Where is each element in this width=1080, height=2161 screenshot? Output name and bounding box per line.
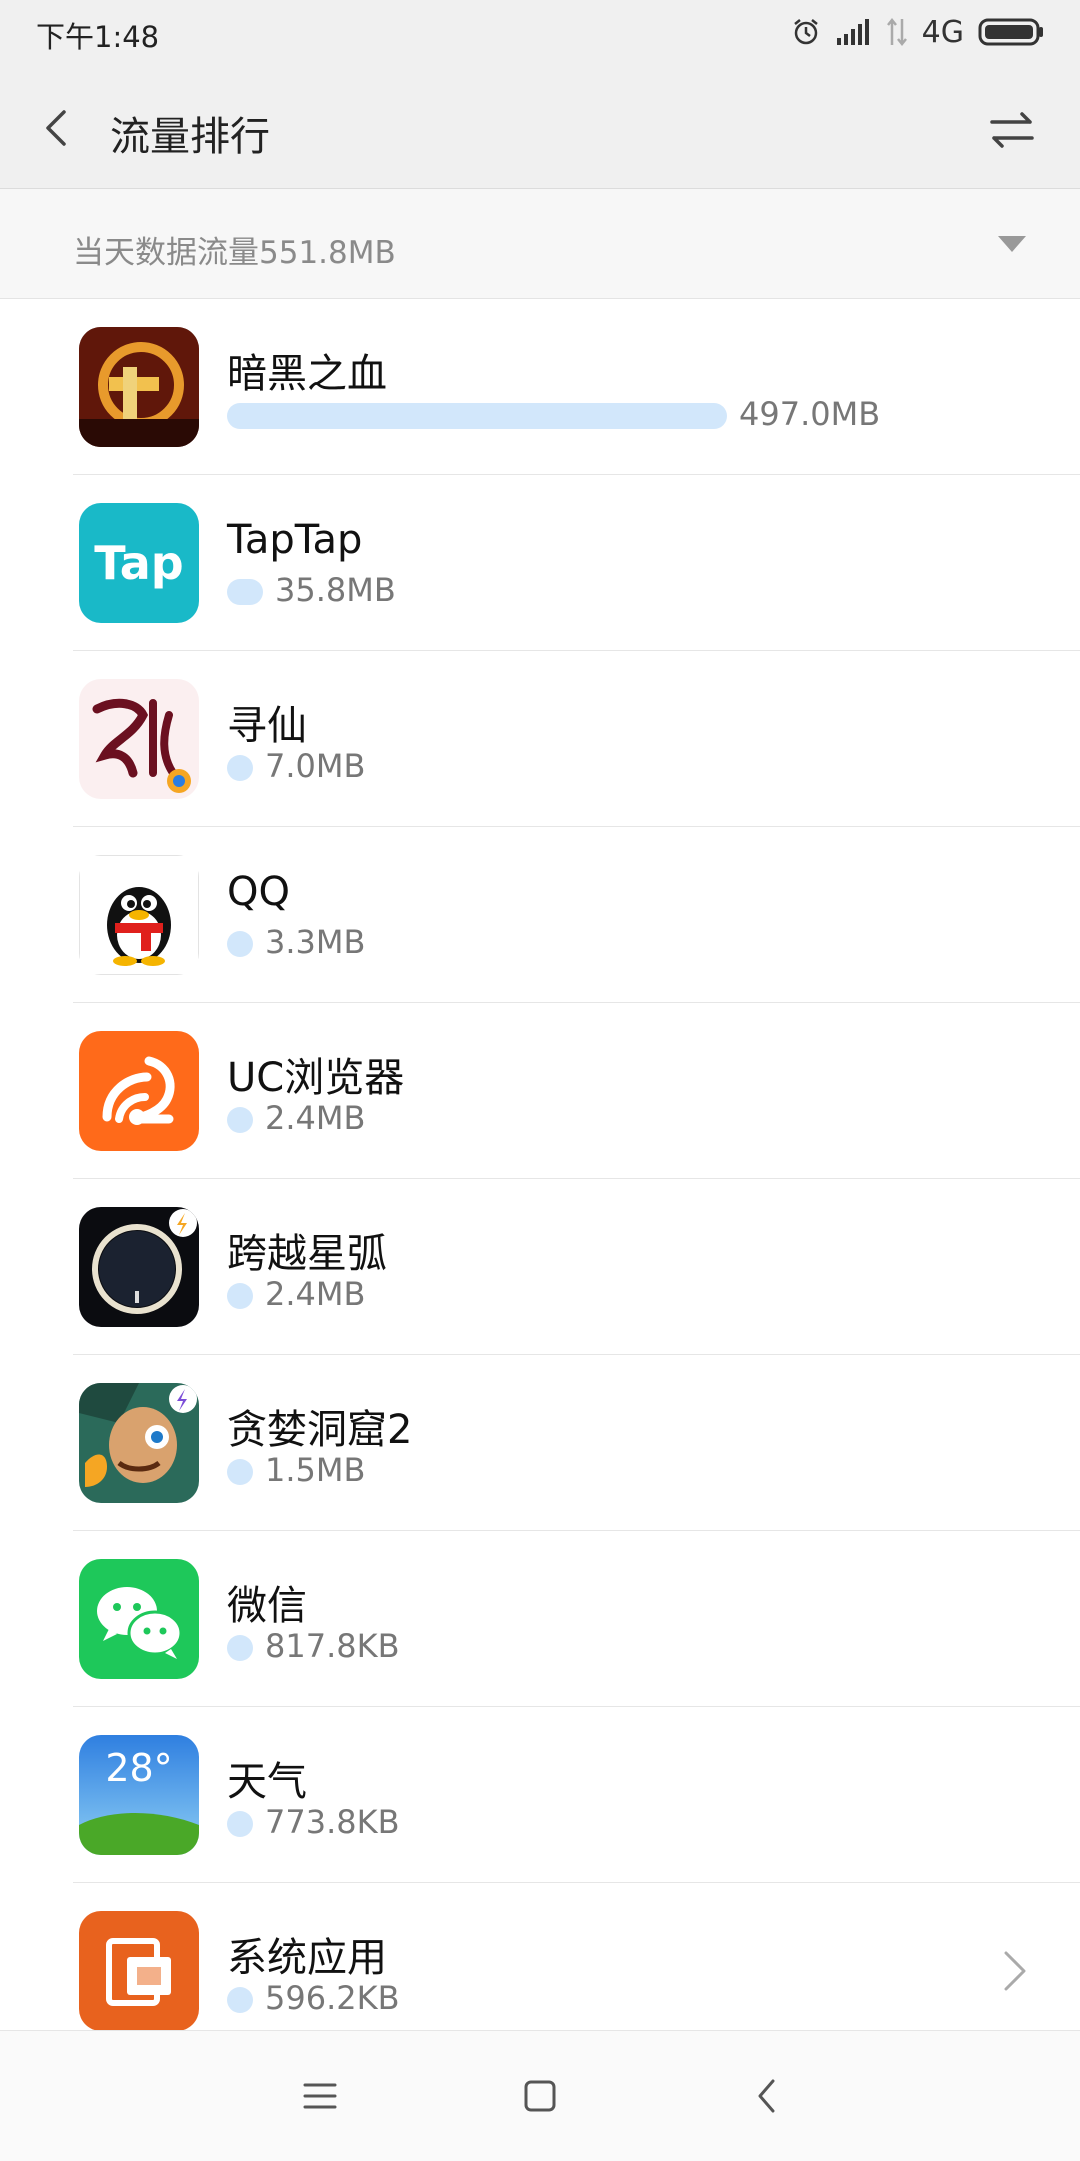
usage-bar bbox=[227, 1635, 253, 1661]
app-name: 暗黑之血 bbox=[227, 351, 387, 397]
navigation-bar bbox=[0, 2030, 1080, 2161]
app-name: 寻仙 bbox=[227, 703, 307, 749]
app-name: 贪婪洞窟2 bbox=[227, 1407, 413, 1453]
system-apps-icon bbox=[79, 1911, 199, 2031]
uc-browser-squirrel-icon bbox=[79, 1031, 199, 1151]
weather-icon: 28° bbox=[79, 1735, 199, 1855]
app-usage-value: 2.4MB bbox=[265, 1275, 366, 1313]
app-usage-value: 1.5MB bbox=[265, 1451, 366, 1489]
app-name: 微信 bbox=[227, 1583, 307, 1629]
greedy-cave-app-icon bbox=[79, 1383, 199, 1503]
usage-bar bbox=[227, 1283, 253, 1309]
app-name: 系统应用 bbox=[227, 1935, 387, 1981]
back-icon bbox=[758, 2079, 775, 2113]
app-usage-row[interactable]: 跨越星弧 2.4MB bbox=[0, 1179, 1080, 1355]
app-name: 跨越星弧 bbox=[227, 1231, 387, 1277]
usage-bar bbox=[227, 1811, 253, 1837]
app-usage-row[interactable]: 寻仙 7.0MB bbox=[0, 651, 1080, 827]
sort-toggle-button[interactable] bbox=[984, 102, 1040, 158]
app-usage-row[interactable]: 贪婪洞窟2 1.5MB bbox=[0, 1355, 1080, 1531]
status-bar: 下午1:48 4G bbox=[0, 0, 1080, 66]
app-usage-value: 497.0MB bbox=[739, 395, 881, 433]
home-button[interactable] bbox=[515, 2071, 565, 2121]
qq-penguin-icon bbox=[79, 855, 199, 975]
app-name: UC浏览器 bbox=[227, 1055, 405, 1101]
usage-bar bbox=[227, 579, 263, 605]
data-arrows-icon bbox=[886, 17, 908, 47]
chevron-left-icon bbox=[46, 110, 66, 146]
status-time: 下午1:48 bbox=[36, 20, 160, 54]
usage-bar bbox=[227, 403, 727, 429]
usage-bar bbox=[227, 1107, 253, 1133]
app-usage-row[interactable]: UC浏览器 2.4MB bbox=[0, 1003, 1080, 1179]
menu-icon bbox=[303, 2083, 337, 2109]
app-usage-value: 596.2KB bbox=[265, 1979, 400, 2017]
app-usage-row[interactable]: 28° 天气 773.8KB bbox=[0, 1707, 1080, 1883]
usage-bar bbox=[227, 1987, 253, 2013]
nav-back-button[interactable] bbox=[743, 2071, 793, 2121]
alarm-icon bbox=[790, 16, 822, 48]
signal-icon bbox=[836, 18, 872, 46]
caret-down-icon bbox=[994, 232, 1030, 256]
status-icons: 4G bbox=[790, 12, 1044, 52]
usage-bar bbox=[227, 755, 253, 781]
usage-bar bbox=[227, 1459, 253, 1485]
network-type: 4G bbox=[921, 14, 964, 50]
app-usage-value: 817.8KB bbox=[265, 1627, 400, 1665]
app-usage-value: 773.8KB bbox=[265, 1803, 400, 1841]
back-button[interactable] bbox=[30, 100, 86, 156]
app-usage-value: 7.0MB bbox=[265, 747, 366, 785]
taptap-app-icon: Tap bbox=[79, 503, 199, 623]
app-usage-value: 3.3MB bbox=[265, 923, 366, 961]
app-usage-value: 2.4MB bbox=[265, 1099, 366, 1137]
app-bar: 流量排行 bbox=[0, 66, 1080, 189]
battery-icon bbox=[978, 17, 1044, 47]
wechat-icon bbox=[79, 1559, 199, 1679]
page-title: 流量排行 bbox=[110, 114, 270, 160]
usage-bar bbox=[227, 931, 253, 957]
home-icon bbox=[524, 2080, 556, 2112]
app-usage-row[interactable]: 暗黑之血 497.0MB bbox=[0, 299, 1080, 475]
swap-arrows-icon bbox=[990, 112, 1034, 148]
dark-blood-app-icon bbox=[79, 327, 199, 447]
daily-usage-text: 当天数据流量551.8MB bbox=[73, 235, 396, 271]
daily-usage-selector[interactable]: 当天数据流量551.8MB bbox=[0, 189, 1080, 299]
xunxian-app-icon bbox=[79, 679, 199, 799]
weather-icon-temperature: 28° bbox=[105, 1746, 172, 1790]
app-name: QQ bbox=[227, 869, 290, 915]
chevron-right-icon bbox=[1000, 1947, 1030, 1995]
svg-text:Tap: Tap bbox=[94, 536, 183, 590]
app-name: TapTap bbox=[227, 517, 363, 563]
app-usage-row[interactable]: Tap TapTap 35.8MB bbox=[0, 475, 1080, 651]
app-usage-row[interactable]: QQ 3.3MB bbox=[0, 827, 1080, 1003]
star-arc-app-icon bbox=[79, 1207, 199, 1327]
app-usage-list: 暗黑之血 497.0MB Tap TapTap 35.8MB 寻仙 7.0MB QQ 3.3MB… bbox=[0, 299, 1080, 2059]
app-usage-row[interactable]: 微信 817.8KB bbox=[0, 1531, 1080, 1707]
app-usage-value: 35.8MB bbox=[275, 571, 396, 609]
app-name: 天气 bbox=[227, 1759, 307, 1805]
menu-button[interactable] bbox=[295, 2071, 345, 2121]
